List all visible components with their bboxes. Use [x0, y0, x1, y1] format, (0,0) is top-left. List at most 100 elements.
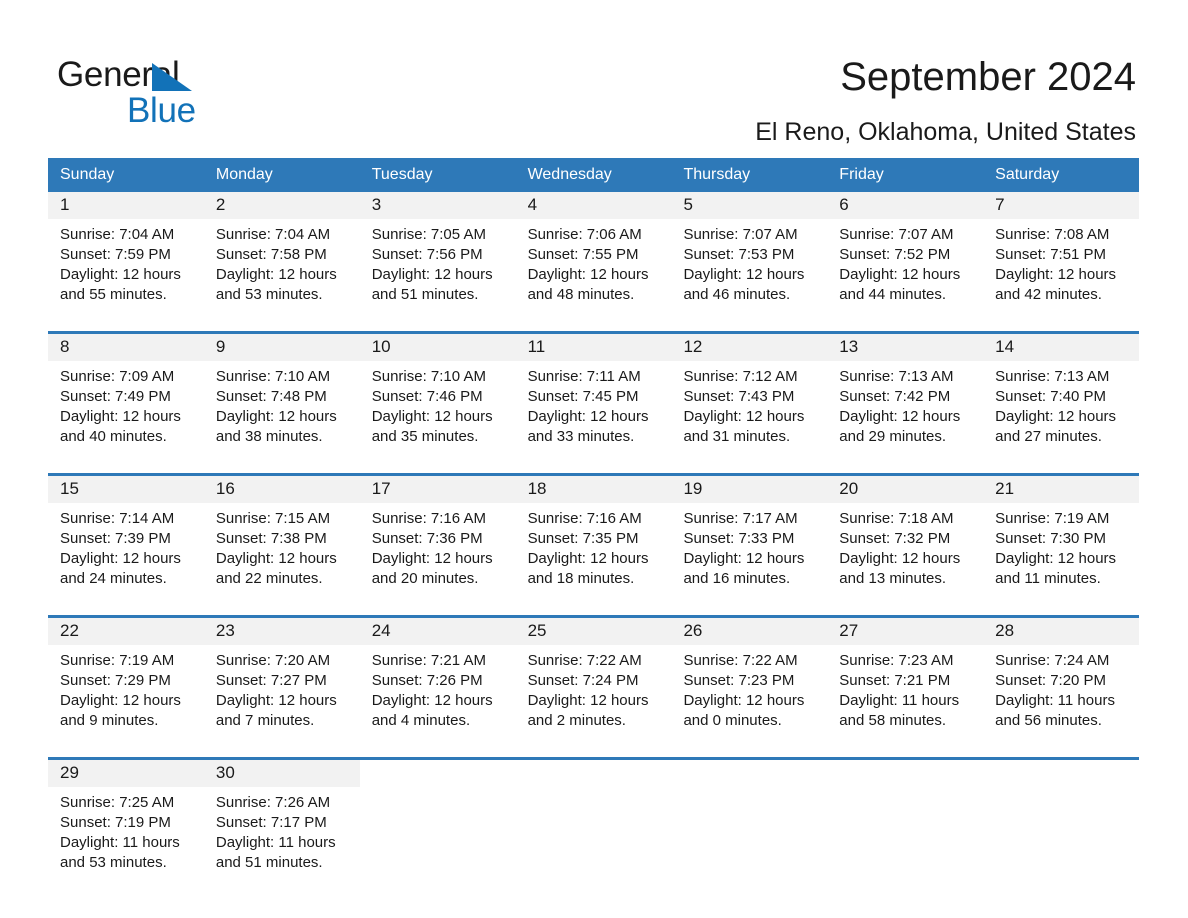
daylight-text: Daylight: 12 hours and 20 minutes. [371, 550, 493, 587]
day-number[interactable]: 3 [359, 192, 516, 219]
calendar-page: General Blue September 2024 El Reno, Okl… [0, 0, 1188, 918]
day-cell[interactable]: Sunrise: 7:26 AM Sunset: 7:17 PM Dayligh… [203, 787, 360, 899]
weekday-header-friday: Friday [827, 158, 984, 192]
day-number[interactable]: 9 [203, 331, 360, 361]
day-number[interactable]: 13 [827, 331, 984, 361]
day-number[interactable]: 18 [515, 473, 672, 503]
sunset-text: Sunset: 7:52 PM [839, 246, 951, 263]
day-number[interactable]: 22 [48, 615, 204, 645]
day-cell-empty [983, 787, 1140, 899]
day-number[interactable]: 15 [48, 473, 204, 503]
sunrise-text: Sunrise: 7:13 AM [995, 368, 1110, 385]
daylight-text: Daylight: 12 hours and 7 minutes. [215, 692, 337, 729]
day-cell[interactable]: Sunrise: 7:17 AM Sunset: 7:33 PM Dayligh… [671, 503, 828, 617]
day-number[interactable]: 10 [359, 331, 516, 361]
sunrise-text: Sunrise: 7:16 AM [371, 510, 486, 527]
sunrise-text: Sunrise: 7:22 AM [527, 652, 642, 669]
day-cell[interactable]: Sunrise: 7:10 AM Sunset: 7:46 PM Dayligh… [359, 361, 516, 475]
calendar-table: Sunday Monday Tuesday Wednesday Thursday… [48, 158, 1140, 899]
sunrise-text: Sunrise: 7:04 AM [60, 226, 175, 243]
day-cell[interactable]: Sunrise: 7:11 AM Sunset: 7:45 PM Dayligh… [515, 361, 672, 475]
daylight-text: Daylight: 12 hours and 55 minutes. [60, 266, 181, 303]
day-number[interactable]: 20 [827, 473, 984, 503]
day-number[interactable]: 4 [515, 192, 672, 219]
day-number[interactable]: 24 [359, 615, 516, 645]
daylight-text: Daylight: 12 hours and 2 minutes. [527, 692, 649, 729]
day-number[interactable]: 16 [203, 473, 360, 503]
day-cell[interactable]: Sunrise: 7:12 AM Sunset: 7:43 PM Dayligh… [671, 361, 828, 475]
day-cell[interactable]: Sunrise: 7:04 AM Sunset: 7:58 PM Dayligh… [203, 219, 360, 333]
day-cell[interactable]: Sunrise: 7:07 AM Sunset: 7:52 PM Dayligh… [827, 219, 984, 333]
day-cell[interactable]: Sunrise: 7:04 AM Sunset: 7:59 PM Dayligh… [48, 219, 204, 333]
daylight-text: Daylight: 12 hours and 42 minutes. [995, 266, 1117, 303]
week-row-details: Sunrise: 7:09 AM Sunset: 7:49 PM Dayligh… [48, 361, 1140, 475]
day-number[interactable]: 7 [983, 192, 1140, 219]
day-cell[interactable]: Sunrise: 7:07 AM Sunset: 7:53 PM Dayligh… [671, 219, 828, 333]
sunset-text: Sunset: 7:56 PM [371, 246, 483, 263]
sunset-text: Sunset: 7:42 PM [839, 388, 951, 405]
day-number[interactable]: 30 [203, 757, 360, 787]
daylight-text: Daylight: 11 hours and 51 minutes. [215, 834, 336, 871]
day-cell[interactable]: Sunrise: 7:18 AM Sunset: 7:32 PM Dayligh… [827, 503, 984, 617]
day-cell[interactable]: Sunrise: 7:19 AM Sunset: 7:29 PM Dayligh… [48, 645, 204, 759]
week-row-daynumbers: 22 23 24 25 26 27 28 [48, 615, 1140, 645]
day-cell[interactable]: Sunrise: 7:22 AM Sunset: 7:23 PM Dayligh… [671, 645, 828, 759]
day-cell[interactable]: Sunrise: 7:23 AM Sunset: 7:21 PM Dayligh… [827, 645, 984, 759]
sunrise-text: Sunrise: 7:06 AM [527, 226, 642, 243]
day-number[interactable]: 2 [203, 192, 360, 219]
day-cell[interactable]: Sunrise: 7:08 AM Sunset: 7:51 PM Dayligh… [983, 219, 1140, 333]
day-cell[interactable]: Sunrise: 7:15 AM Sunset: 7:38 PM Dayligh… [203, 503, 360, 617]
sunrise-text: Sunrise: 7:05 AM [371, 226, 486, 243]
daylight-text: Daylight: 12 hours and 48 minutes. [527, 266, 649, 303]
daylight-text: Daylight: 12 hours and 0 minutes. [683, 692, 805, 729]
day-cell[interactable]: Sunrise: 7:14 AM Sunset: 7:39 PM Dayligh… [48, 503, 204, 617]
sunset-text: Sunset: 7:59 PM [60, 246, 171, 263]
day-cell[interactable]: Sunrise: 7:13 AM Sunset: 7:42 PM Dayligh… [827, 361, 984, 475]
day-number[interactable]: 14 [983, 331, 1140, 361]
day-cell[interactable]: Sunrise: 7:10 AM Sunset: 7:48 PM Dayligh… [203, 361, 360, 475]
day-number[interactable]: 8 [48, 331, 204, 361]
day-number[interactable]: 17 [359, 473, 516, 503]
sunset-text: Sunset: 7:30 PM [995, 530, 1107, 547]
sunset-text: Sunset: 7:33 PM [683, 530, 795, 547]
day-cell[interactable]: Sunrise: 7:06 AM Sunset: 7:55 PM Dayligh… [515, 219, 672, 333]
sunrise-text: Sunrise: 7:10 AM [215, 368, 331, 385]
day-number[interactable]: 1 [48, 192, 204, 219]
sunset-text: Sunset: 7:45 PM [527, 388, 639, 405]
day-number[interactable]: 11 [515, 331, 672, 361]
day-cell[interactable]: Sunrise: 7:16 AM Sunset: 7:36 PM Dayligh… [359, 503, 516, 617]
daylight-text: Daylight: 12 hours and 29 minutes. [839, 408, 961, 445]
day-cell[interactable]: Sunrise: 7:21 AM Sunset: 7:26 PM Dayligh… [359, 645, 516, 759]
day-number[interactable]: 12 [671, 331, 828, 361]
sunset-text: Sunset: 7:20 PM [995, 672, 1107, 689]
day-cell[interactable]: Sunrise: 7:25 AM Sunset: 7:19 PM Dayligh… [48, 787, 204, 899]
day-cell[interactable]: Sunrise: 7:19 AM Sunset: 7:30 PM Dayligh… [983, 503, 1140, 617]
sunrise-text: Sunrise: 7:12 AM [683, 368, 798, 385]
week-row-details: Sunrise: 7:19 AM Sunset: 7:29 PM Dayligh… [48, 645, 1140, 759]
day-cell-empty [671, 757, 828, 787]
day-number[interactable]: 6 [827, 192, 984, 219]
day-number[interactable]: 26 [671, 615, 828, 645]
day-cell[interactable]: Sunrise: 7:05 AM Sunset: 7:56 PM Dayligh… [359, 219, 516, 333]
logo-triangle-icon [152, 63, 192, 91]
day-cell[interactable]: Sunrise: 7:24 AM Sunset: 7:20 PM Dayligh… [983, 645, 1140, 759]
sunset-text: Sunset: 7:27 PM [215, 672, 327, 689]
day-cell[interactable]: Sunrise: 7:20 AM Sunset: 7:27 PM Dayligh… [203, 645, 360, 759]
day-cell[interactable]: Sunrise: 7:13 AM Sunset: 7:40 PM Dayligh… [983, 361, 1140, 475]
week-row-daynumbers: 8 9 10 11 12 13 14 [48, 331, 1140, 361]
day-number[interactable]: 28 [983, 615, 1140, 645]
day-number[interactable]: 21 [983, 473, 1140, 503]
day-cell[interactable]: Sunrise: 7:09 AM Sunset: 7:49 PM Dayligh… [48, 361, 204, 475]
sunset-text: Sunset: 7:48 PM [215, 388, 327, 405]
day-number[interactable]: 25 [515, 615, 672, 645]
day-number[interactable]: 29 [48, 757, 204, 787]
day-cell[interactable]: Sunrise: 7:22 AM Sunset: 7:24 PM Dayligh… [515, 645, 672, 759]
day-number[interactable]: 27 [827, 615, 984, 645]
day-number[interactable]: 19 [671, 473, 828, 503]
sunrise-text: Sunrise: 7:08 AM [995, 226, 1110, 243]
day-cell[interactable]: Sunrise: 7:16 AM Sunset: 7:35 PM Dayligh… [515, 503, 672, 617]
day-number[interactable]: 5 [671, 192, 828, 219]
day-number[interactable]: 23 [203, 615, 360, 645]
sunset-text: Sunset: 7:53 PM [683, 246, 795, 263]
day-cell-empty [827, 787, 984, 899]
